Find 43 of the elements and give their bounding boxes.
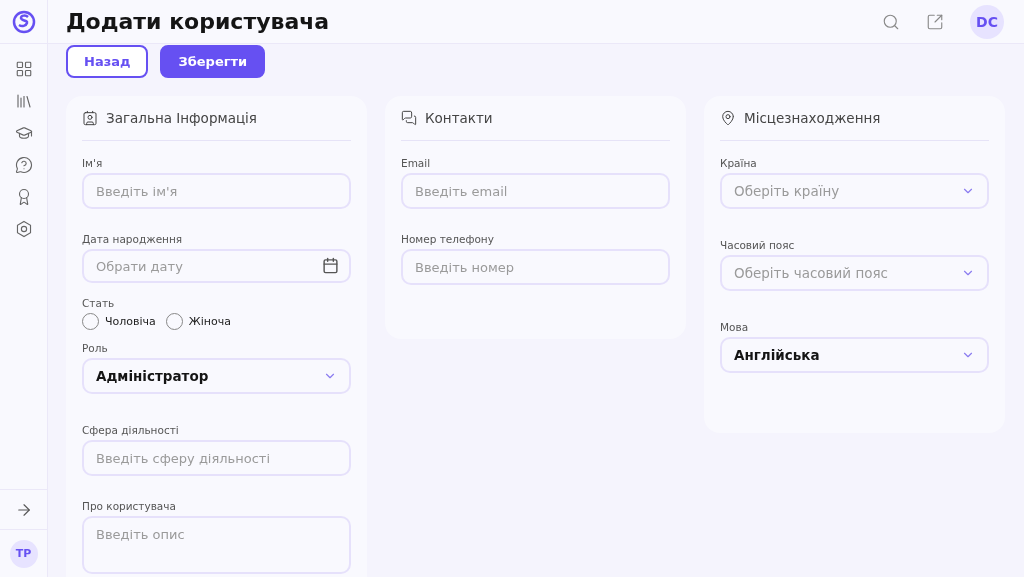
field-label: Дата народження: [82, 233, 184, 245]
chat-icon: [401, 110, 417, 126]
select-field[interactable]: Оберіть часовий пояс: [720, 255, 989, 291]
select-field[interactable]: Англійська: [720, 337, 989, 373]
field-label: Роль: [82, 342, 109, 354]
select-field[interactable]: Оберіть країну: [720, 173, 989, 209]
field-label: Номер телефону: [401, 233, 495, 245]
input-field[interactable]: Введіть ім'я: [82, 173, 351, 209]
field-label: Ім'я: [82, 157, 104, 169]
question-chat-icon[interactable]: [14, 156, 33, 174]
field-label: Про користувача: [82, 500, 177, 512]
save-button[interactable]: Зберегти: [160, 45, 266, 78]
field-label: Email: [401, 157, 432, 169]
logo-icon: [11, 9, 36, 34]
books-icon[interactable]: [14, 92, 33, 110]
radio-option[interactable]: Жіноча: [165, 313, 231, 330]
id-card-icon: [82, 110, 98, 126]
input-field[interactable]: Введіть номер: [401, 249, 670, 285]
date-field[interactable]: Обрати дату: [82, 249, 351, 283]
field-label: Часовий пояс: [720, 239, 796, 251]
input-field[interactable]: Введіть сферу діяльності: [82, 440, 351, 476]
field-label: Мова: [720, 321, 750, 333]
card-title: Місцезнаходження: [744, 110, 881, 126]
field-label: Сфера діяльності: [82, 424, 180, 436]
graduation-cap-icon[interactable]: [14, 124, 33, 142]
search-icon[interactable]: [882, 12, 900, 31]
external-link-icon[interactable]: [926, 12, 944, 31]
card-title: Загальна Інформація: [106, 110, 257, 126]
radio-option[interactable]: Чоловіча: [82, 313, 156, 330]
back-button[interactable]: Назад: [66, 45, 149, 78]
calendar-icon[interactable]: [322, 257, 339, 274]
location-pin-icon: [720, 110, 736, 126]
input-field[interactable]: Введіть email: [401, 173, 670, 209]
user-avatar[interactable]: DC: [970, 4, 1004, 39]
field-label: Країна: [720, 157, 758, 169]
card-title: Контакти: [425, 110, 493, 126]
settings-icon[interactable]: [14, 220, 33, 238]
user-avatar[interactable]: TP: [9, 539, 38, 568]
field-label: Стать: [82, 297, 116, 309]
page-title: Додати користувача: [66, 9, 331, 34]
text-area[interactable]: Введіть опис: [82, 516, 351, 574]
select-field[interactable]: Адміністратор: [82, 358, 351, 394]
grid-icon[interactable]: [14, 60, 33, 78]
